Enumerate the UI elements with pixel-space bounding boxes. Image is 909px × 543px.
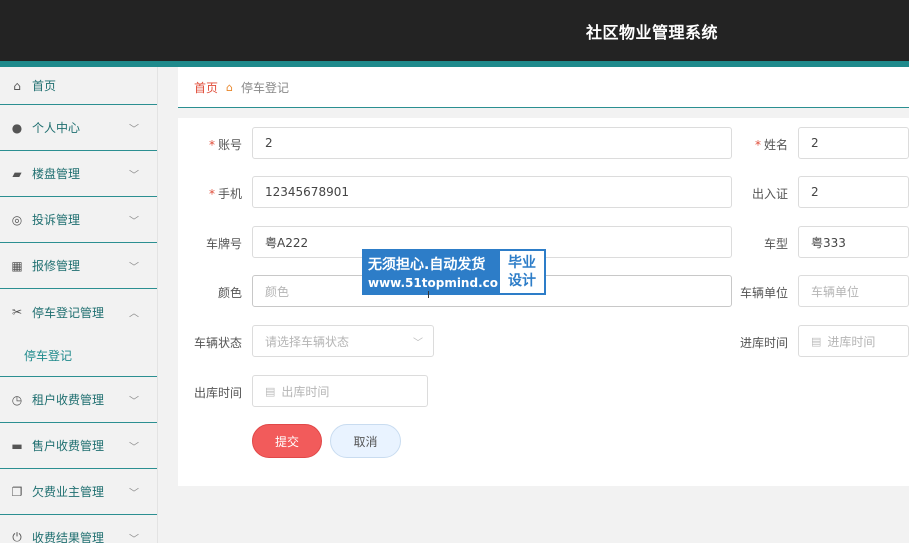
model-label: 车型	[763, 237, 788, 251]
chevron-down-icon: ﹀	[129, 170, 139, 181]
printer-icon: ▬	[11, 438, 23, 453]
breadcrumb-current: 停车登记	[241, 80, 290, 95]
required-mark: *	[208, 187, 215, 201]
power-icon: ⏻	[12, 530, 22, 543]
sidebar-subitem-parking-registration[interactable]: 停车登记	[0, 335, 157, 377]
plate-label: 车牌号	[205, 237, 242, 251]
name-field[interactable]: 2	[798, 127, 909, 159]
out-time-label: 出库时间	[193, 386, 242, 400]
chevron-down-icon: ﹀	[129, 216, 139, 227]
parking-form: * 账号 2 * 姓名 2 * 手机 12345678901 出入证 2 车牌号 粤A…	[178, 118, 909, 486]
sidebar-item-label: 报修管理	[32, 259, 81, 273]
pass-label: 出入证	[751, 187, 788, 201]
sidebar-item-tenant-fees[interactable]: ◷ 租户收费管理 ﹀	[0, 377, 157, 423]
in-time-picker[interactable]: ▤ 进库时间	[798, 325, 909, 357]
sidebar-item-fee-results[interactable]: ⏻ 收费结果管理 ﹀	[0, 515, 157, 543]
required-mark: *	[208, 138, 215, 152]
phone-label: * 手机	[208, 187, 242, 201]
chevron-down-icon: ﹀	[129, 262, 139, 273]
model-field[interactable]: 粤333	[798, 226, 909, 258]
chevron-down-icon: ﹀	[129, 442, 139, 453]
calendar-icon: ▤	[265, 384, 276, 398]
user-icon: ●	[11, 120, 23, 135]
watermark-badge-line2: 设计	[508, 273, 536, 289]
breadcrumb-home-link[interactable]: 首页	[194, 79, 218, 96]
color-label: 颜色	[217, 286, 242, 300]
pass-field[interactable]: 2	[798, 176, 909, 208]
sidebar-item-label: 首页	[32, 79, 57, 93]
sidebar-subitem-label: 停车登记	[24, 349, 73, 363]
watermark-badge-line1: 毕业	[508, 255, 536, 271]
ticket-icon: ✂	[11, 305, 23, 319]
account-label: * 账号	[208, 138, 242, 152]
sidebar-item-label: 售户收费管理	[32, 439, 105, 453]
sidebar: ⌂ 首页 ● 个人中心 ﹀ ▰ 楼盘管理 ﹀ ◎ 投诉管理 ﹀ ▦ 报修管理 ﹀…	[0, 67, 158, 543]
sidebar-item-label: 欠费业主管理	[32, 485, 105, 499]
calendar-icon: ▤	[811, 334, 822, 348]
chevron-down-icon: ﹀	[129, 124, 139, 135]
chevron-down-icon: ﹀	[129, 534, 139, 543]
status-select[interactable]: 请选择车辆状态 ﹀	[252, 325, 434, 357]
cancel-button[interactable]: 取消	[330, 424, 401, 458]
clock-icon: ◷	[11, 392, 23, 407]
watermark-line2: www.51topmind.com	[368, 276, 511, 290]
sidebar-item-home[interactable]: ⌂ 首页	[0, 67, 157, 105]
sidebar-item-arrears[interactable]: ❐ 欠费业主管理 ﹀	[0, 469, 157, 515]
watermark-banner: 无须担心.自动发货 www.51topmind.com 毕业 设计	[362, 249, 546, 295]
sidebar-item-label: 停车登记管理	[32, 305, 105, 320]
app-title: 社区物业管理系统	[586, 23, 719, 42]
copy-icon: ❐	[11, 484, 23, 499]
watermark-line1: 无须担心.自动发货	[368, 257, 486, 273]
building-icon: ▰	[12, 166, 22, 181]
watermark-badge: 毕业 设计	[498, 249, 546, 295]
sidebar-item-label: 收费结果管理	[32, 531, 105, 543]
home-icon: ⌂	[13, 78, 21, 93]
chevron-up-icon: ︿	[129, 308, 139, 320]
top-bar: 社区物业管理系统	[0, 0, 909, 61]
sidebar-item-complaints[interactable]: ◎ 投诉管理 ﹀	[0, 197, 157, 243]
chevron-down-icon: ﹀	[413, 337, 423, 349]
out-time-picker[interactable]: ▤ 出库时间	[252, 375, 428, 407]
chevron-down-icon: ﹀	[129, 396, 139, 407]
account-field[interactable]: 2	[252, 127, 732, 159]
sidebar-item-label: 楼盘管理	[32, 167, 81, 181]
phone-field[interactable]: 12345678901	[252, 176, 732, 208]
breadcrumb: 首页 ⌂ 停车登记	[178, 67, 909, 108]
status-label: 车辆状态	[193, 336, 242, 350]
sidebar-item-sales-fees[interactable]: ▬ 售户收费管理 ﹀	[0, 423, 157, 469]
in-time-label: 进库时间	[739, 336, 788, 350]
sidebar-item-label: 租户收费管理	[32, 393, 105, 407]
sidebar-item-parking[interactable]: ✂ 停车登记管理 ︿	[0, 289, 157, 335]
home-icon: ⌂	[226, 80, 233, 94]
unit-label: 车辆单位	[739, 286, 788, 300]
grid-icon: ▦	[11, 258, 23, 273]
text-cursor-icon: I	[427, 290, 430, 301]
sidebar-item-label: 个人中心	[32, 121, 81, 135]
lifebuoy-icon: ◎	[11, 212, 23, 227]
sidebar-item-profile[interactable]: ● 个人中心 ﹀	[0, 105, 157, 151]
unit-field[interactable]: 车辆单位	[798, 275, 909, 307]
watermark-text-block: 无须担心.自动发货 www.51topmind.com	[362, 249, 511, 295]
submit-button[interactable]: 提交	[252, 424, 322, 458]
required-mark: *	[754, 138, 761, 152]
name-label: * 姓名	[754, 138, 788, 152]
sidebar-item-repairs[interactable]: ▦ 报修管理 ﹀	[0, 243, 157, 289]
sidebar-item-buildings[interactable]: ▰ 楼盘管理 ﹀	[0, 151, 157, 197]
chevron-down-icon: ﹀	[129, 488, 139, 499]
sidebar-item-label: 投诉管理	[32, 213, 81, 227]
